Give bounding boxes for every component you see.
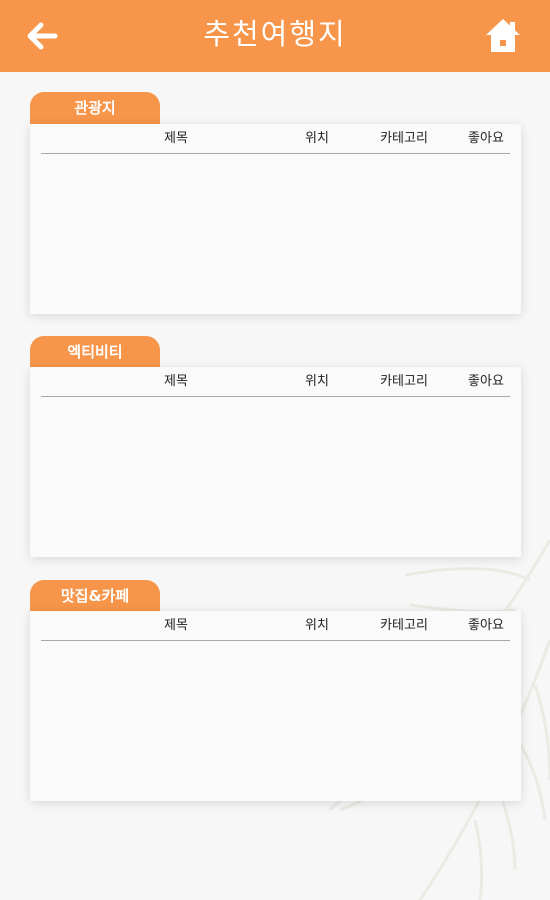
tab-activity[interactable]: 엑티비티: [30, 336, 160, 368]
activity-table-panel: 제목 위치 카테고리 좋아요: [30, 367, 521, 557]
column-header-category[interactable]: 카테고리: [380, 615, 428, 637]
column-header-likes[interactable]: 좋아요: [468, 615, 504, 637]
page-title: 추천여행지: [203, 17, 347, 51]
column-header-likes[interactable]: 좋아요: [468, 128, 504, 150]
column-header-location[interactable]: 위치: [305, 128, 329, 150]
home-icon: [486, 19, 520, 52]
column-header-title[interactable]: 제목: [164, 371, 188, 393]
home-button[interactable]: [484, 17, 522, 55]
table-body: [41, 641, 510, 791]
column-header-location[interactable]: 위치: [305, 371, 329, 393]
top-app-bar: 추천여행지: [0, 0, 550, 72]
column-header-category[interactable]: 카테고리: [380, 128, 428, 150]
sightseeing-table-panel: 제목 위치 카테고리 좋아요: [30, 124, 521, 314]
column-header-title[interactable]: 제목: [164, 615, 188, 637]
restaurant-cafe-table-panel: 제목 위치 카테고리 좋아요: [30, 611, 521, 801]
table-header: 제목 위치 카테고리 좋아요: [41, 371, 510, 397]
column-header-likes[interactable]: 좋아요: [468, 371, 504, 393]
table-header: 제목 위치 카테고리 좋아요: [41, 615, 510, 641]
column-header-category[interactable]: 카테고리: [380, 371, 428, 393]
tab-restaurant-cafe[interactable]: 맛집&카페: [30, 580, 160, 612]
table-body: [41, 154, 510, 304]
column-header-location[interactable]: 위치: [305, 615, 329, 637]
table-header: 제목 위치 카테고리 좋아요: [41, 128, 510, 154]
table-body: [41, 397, 510, 547]
column-header-title[interactable]: 제목: [164, 128, 188, 150]
tab-sightseeing[interactable]: 관광지: [30, 92, 160, 124]
